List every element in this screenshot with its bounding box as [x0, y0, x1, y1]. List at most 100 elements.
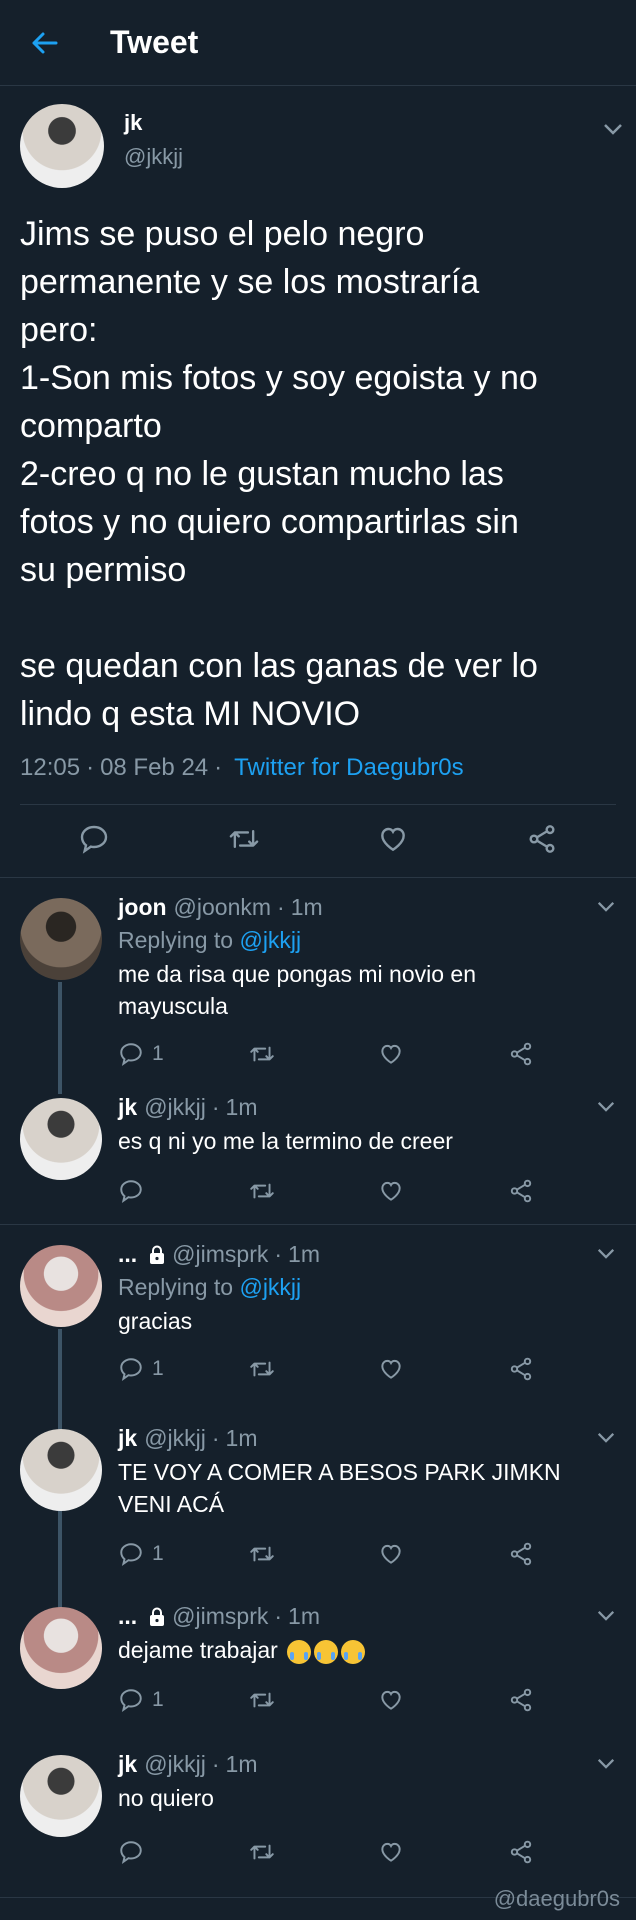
reply-text: gracias [118, 1308, 193, 1334]
retweet-button[interactable] [227, 823, 261, 860]
like-icon [381, 1842, 401, 1862]
chevron-down-icon [597, 1433, 615, 1443]
like-icon [381, 1544, 401, 1564]
retweet-button[interactable] [248, 1041, 378, 1067]
share-icon [510, 1042, 532, 1066]
retweet-icon [250, 1692, 274, 1708]
tweet-actions [20, 804, 616, 877]
reply-menu-button[interactable] [596, 1100, 616, 1118]
avatar[interactable] [20, 1755, 102, 1837]
lock-icon [148, 1245, 166, 1265]
avatar[interactable] [20, 1607, 102, 1689]
reply-menu-button[interactable] [596, 1757, 616, 1775]
lock-icon [148, 1607, 166, 1627]
avatar[interactable] [20, 1098, 102, 1180]
share-button[interactable] [508, 1178, 534, 1204]
share-button[interactable] [508, 1839, 534, 1865]
like-button[interactable] [378, 1687, 508, 1713]
reply-item[interactable]: ... @jimsprk · 1m dejame trabajar 1 [0, 1599, 636, 1747]
reply-menu-button[interactable] [596, 1247, 616, 1265]
reply-icon [120, 1180, 142, 1204]
reply-time: 1m [288, 1241, 320, 1267]
reply-item[interactable]: joon @joonkm · 1m Replying to @jkkjj me da … [0, 878, 636, 1090]
retweet-icon [250, 1046, 274, 1062]
share-icon [529, 824, 555, 853]
retweet-button[interactable] [248, 1839, 378, 1865]
tweet-meta: 12:05 · 08 Feb 24 · Twitter for Daegubr0… [20, 754, 464, 782]
reply-text: TE VOY A COMER A BESOS PARK JIMKN VENI A… [118, 1459, 561, 1517]
avatar[interactable] [20, 1245, 102, 1327]
reply-handle[interactable]: @jimsprk [172, 1241, 268, 1268]
reply-item[interactable]: jk @jkkjj · 1m no quiero [0, 1747, 636, 1897]
reply-handle[interactable]: @joonkm [174, 894, 272, 921]
retweet-button[interactable] [248, 1356, 378, 1382]
reply-button[interactable] [118, 1178, 248, 1204]
share-button[interactable] [508, 1687, 534, 1713]
chevron-down-icon [597, 1249, 615, 1259]
retweet-icon [229, 829, 259, 848]
reply-handle[interactable]: @jkkjj [144, 1751, 206, 1778]
retweet-button[interactable] [248, 1687, 378, 1713]
reply-item[interactable]: jk @jkkjj · 1m TE VOY A COMER A BESOS PARK … [0, 1421, 636, 1599]
reply-menu-button[interactable] [596, 1431, 616, 1449]
reply-button[interactable] [78, 823, 110, 860]
reply-handle[interactable]: @jkkjj [144, 1094, 206, 1121]
like-button[interactable] [378, 1356, 508, 1382]
like-button[interactable] [378, 1041, 508, 1067]
reply-actions: 1 [118, 1349, 616, 1389]
reply-author-name[interactable]: jk [118, 1751, 137, 1778]
tweet-source-link[interactable]: Twitter for Daegubr0s [234, 754, 463, 782]
reply-menu-button[interactable] [596, 1609, 616, 1627]
reply-author-name[interactable]: joon [118, 894, 167, 921]
avatar[interactable] [20, 1429, 102, 1511]
reply-text: me da risa que pongas mi novio en mayusc… [118, 961, 476, 1019]
reply-item[interactable]: jk @jkkjj · 1m es q ni yo me la termino de … [0, 1090, 636, 1224]
share-button[interactable] [508, 1356, 534, 1382]
reply-button[interactable]: 1 [118, 1041, 248, 1067]
reply-author-name[interactable]: jk [118, 1094, 137, 1121]
reply-button[interactable] [118, 1839, 248, 1865]
reply-author-name[interactable]: jk [118, 1425, 137, 1452]
top-bar: Tweet [0, 0, 636, 86]
crying-emoji-icon [341, 1639, 366, 1664]
avatar[interactable] [20, 104, 104, 188]
reply-handle[interactable]: @jimsprk [172, 1603, 268, 1630]
watermark: @daegubr0s [493, 1886, 620, 1911]
tweet-time: 12:05 [20, 754, 81, 781]
like-button[interactable] [378, 1839, 508, 1865]
reply-menu-button[interactable] [596, 900, 616, 918]
reply-button[interactable]: 1 [118, 1687, 248, 1713]
reply-button[interactable]: 1 [118, 1541, 248, 1567]
tweet-text: Jims se puso el pelo negro permanente y … [20, 215, 538, 733]
reply-time: 1m [225, 1425, 258, 1451]
page-title: Tweet [110, 24, 199, 60]
like-button[interactable] [378, 1178, 508, 1204]
reply-author-name[interactable]: ... [118, 1241, 137, 1268]
retweet-button[interactable] [248, 1178, 378, 1204]
like-button[interactable] [377, 823, 409, 860]
reply-icon [120, 1358, 142, 1382]
share-button[interactable] [526, 823, 558, 860]
like-button[interactable] [378, 1541, 508, 1567]
reply-time: 1m [290, 894, 323, 920]
like-icon [381, 1044, 401, 1064]
like-icon [381, 827, 406, 851]
tweet-menu-button[interactable] [602, 122, 624, 141]
share-button[interactable] [508, 1041, 534, 1067]
author-handle[interactable]: @jkkjj [124, 144, 183, 170]
replying-to-link[interactable]: @jkkjj [239, 1274, 301, 1300]
reply-count: 1 [152, 1688, 164, 1711]
avatar[interactable] [20, 898, 102, 980]
share-icon [510, 1179, 532, 1203]
author-name[interactable]: jk [124, 110, 183, 136]
replying-to: Replying to @jkkjj [118, 1274, 302, 1300]
reply-button[interactable]: 1 [118, 1356, 248, 1382]
reply-handle[interactable]: @jkkjj [144, 1425, 206, 1452]
back-button[interactable] [22, 21, 66, 65]
replying-to-link[interactable]: @jkkjj [239, 927, 301, 953]
reply-author-name[interactable]: ... [118, 1603, 137, 1630]
reply-item[interactable]: ... @jimsprk · 1m Replying to @jkkjj gracia… [0, 1225, 636, 1421]
retweet-button[interactable] [248, 1541, 378, 1567]
replying-to: Replying to @jkkjj [118, 927, 302, 953]
share-button[interactable] [508, 1541, 534, 1567]
